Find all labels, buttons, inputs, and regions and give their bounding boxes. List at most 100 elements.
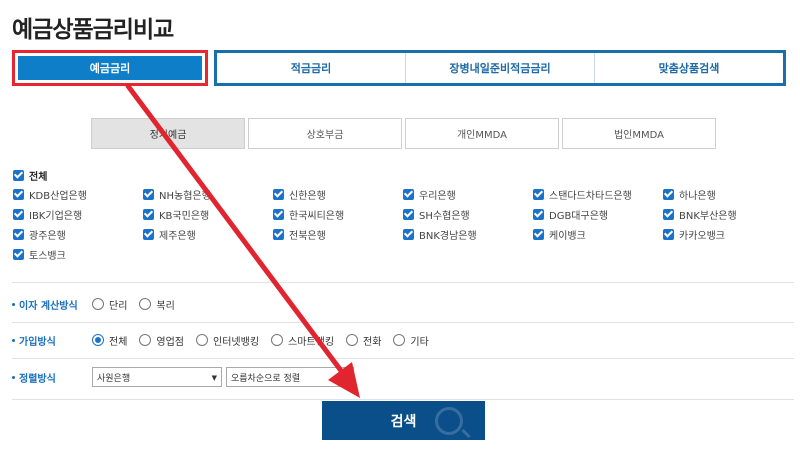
radio-icon xyxy=(271,334,284,346)
radio-icon xyxy=(346,334,359,346)
bank-checkbox[interactable]: 한국씨티은행 xyxy=(273,207,403,222)
bank-checkbox[interactable]: 제주은행 xyxy=(143,227,273,242)
radio-simple-interest[interactable]: 단리 xyxy=(92,297,127,312)
bank-label: 하나은행 xyxy=(679,191,716,202)
checkbox-checked-icon xyxy=(663,209,674,220)
checkbox-checked-icon xyxy=(143,229,154,240)
interest-method-row: 이자 계산방식 단리 복리 xyxy=(12,295,187,313)
bank-checkbox[interactable]: 우리은행 xyxy=(403,187,533,202)
sort-field-select[interactable]: 사원은행 ▼ xyxy=(92,367,222,387)
checkbox-checked-icon xyxy=(663,229,674,240)
page-title: 예금상품금리비교 xyxy=(12,17,174,43)
radio-join-all[interactable]: 전체 xyxy=(92,333,127,348)
bank-checkbox[interactable]: 토스뱅크 xyxy=(13,247,143,262)
bank-all-label: 전체 xyxy=(29,171,48,183)
bank-label: KB국민은행 xyxy=(159,211,210,222)
search-button-label: 검색 xyxy=(390,413,417,430)
search-button[interactable]: 검색 xyxy=(322,401,485,440)
interest-method-label: 이자 계산방식 xyxy=(12,297,92,312)
radio-icon xyxy=(393,334,406,346)
bank-label: 신한은행 xyxy=(289,191,326,202)
bank-checklist: 전체 KDB산업은행 NH농협은행 신한은행 우리은행 스탠다드차타드은행 하나은행 IBK… xyxy=(13,168,783,262)
radio-icon xyxy=(139,298,152,310)
bank-label: DGB대구은행 xyxy=(549,211,609,222)
divider xyxy=(12,399,794,400)
sort-order-select[interactable]: 오름차순으로 정렬 xyxy=(226,367,354,387)
checkbox-checked-icon xyxy=(13,249,24,260)
bank-label: 제주은행 xyxy=(159,231,196,242)
bank-label: SH수협은행 xyxy=(419,211,470,222)
checkbox-checked-icon xyxy=(273,229,284,240)
checkbox-checked-icon xyxy=(13,209,24,220)
tab-custom-product-search[interactable]: 맞춤상품검색 xyxy=(595,53,783,83)
radio-join-internet[interactable]: 인터넷뱅킹 xyxy=(196,333,259,348)
checkbox-checked-icon xyxy=(403,189,414,200)
search-icon-handle xyxy=(461,428,471,439)
join-method-label: 가입방식 xyxy=(12,333,92,348)
radio-icon xyxy=(196,334,209,346)
subtab-fixed-deposit[interactable]: 정기예금 xyxy=(91,118,245,149)
checkbox-checked-icon xyxy=(663,189,674,200)
bank-checkbox[interactable]: 광주은행 xyxy=(13,227,143,242)
bank-checkbox[interactable]: 하나은행 xyxy=(663,187,793,202)
bank-checkbox[interactable]: KDB산업은행 xyxy=(13,187,143,202)
bank-label: 카카오뱅크 xyxy=(679,231,725,242)
bank-all-checkbox[interactable]: 전체 xyxy=(13,168,783,183)
bank-label: 광주은행 xyxy=(29,231,66,242)
bank-label: 우리은행 xyxy=(419,191,456,202)
subtab-mutual-installment[interactable]: 상호부금 xyxy=(248,118,402,149)
checkbox-checked-icon xyxy=(403,209,414,220)
checkbox-checked-icon xyxy=(403,229,414,240)
bank-label: IBK기업은행 xyxy=(29,211,83,222)
checkbox-checked-icon xyxy=(13,169,24,181)
bank-checkbox[interactable]: NH농협은행 xyxy=(143,187,273,202)
bank-checkbox[interactable]: KB국민은행 xyxy=(143,207,273,222)
divider xyxy=(12,282,794,283)
bank-label: 스탠다드차타드은행 xyxy=(549,191,632,202)
bank-label: 전북은행 xyxy=(289,231,326,242)
bank-checkbox[interactable]: SH수협은행 xyxy=(403,207,533,222)
subtab-personal-mmda[interactable]: 개인MMDA xyxy=(405,118,559,149)
checkbox-checked-icon xyxy=(533,209,544,220)
bank-checkbox[interactable]: DGB대구은행 xyxy=(533,207,663,222)
radio-icon xyxy=(92,298,104,310)
bank-checkbox[interactable]: 전북은행 xyxy=(273,227,403,242)
bank-label: 토스뱅크 xyxy=(29,251,66,262)
checkbox-checked-icon xyxy=(273,189,284,200)
divider xyxy=(12,322,794,323)
main-tabs: 예금금리 적금금리 장병내일준비적금금리 맞춤상품검색 xyxy=(12,50,786,86)
bank-checkbox[interactable]: 카카오뱅크 xyxy=(663,227,793,242)
radio-join-smart[interactable]: 스마트뱅킹 xyxy=(271,333,334,348)
radio-selected-icon xyxy=(92,334,104,346)
bank-label: 케이뱅크 xyxy=(549,231,586,242)
radio-compound-interest[interactable]: 복리 xyxy=(139,297,175,312)
checkbox-checked-icon xyxy=(143,189,154,200)
radio-join-other[interactable]: 기타 xyxy=(393,333,429,348)
radio-icon xyxy=(139,334,152,346)
bank-checkbox[interactable]: 신한은행 xyxy=(273,187,403,202)
main-tab-group: 적금금리 장병내일준비적금금리 맞춤상품검색 xyxy=(214,50,786,86)
bank-checkbox[interactable]: 케이뱅크 xyxy=(533,227,663,242)
tab-savings-rate[interactable]: 적금금리 xyxy=(217,53,406,83)
radio-join-branch[interactable]: 영업점 xyxy=(139,333,184,348)
bank-checkbox[interactable]: 스탠다드차타드은행 xyxy=(533,187,663,202)
search-icon xyxy=(435,407,463,435)
checkbox-checked-icon xyxy=(533,229,544,240)
checkbox-checked-icon xyxy=(143,209,154,220)
bank-label: 한국씨티은행 xyxy=(289,211,345,222)
chevron-down-icon: ▼ xyxy=(211,374,217,382)
sub-tabs: 정기예금 상호부금 개인MMDA 법인MMDA xyxy=(91,118,719,149)
bank-checkbox[interactable]: BNK부산은행 xyxy=(663,207,793,222)
subtab-corporate-mmda[interactable]: 법인MMDA xyxy=(562,118,716,149)
checkbox-checked-icon xyxy=(533,189,544,200)
radio-join-phone[interactable]: 전화 xyxy=(346,333,381,348)
join-method-row: 가입방식 전체 영업점 인터넷뱅킹 스마트뱅킹 전화 기타 xyxy=(12,331,441,349)
tab-deposit-rate-label: 예금금리 xyxy=(18,56,202,80)
bank-checkbox[interactable]: IBK기업은행 xyxy=(13,207,143,222)
tab-soldier-savings-rate[interactable]: 장병내일준비적금금리 xyxy=(406,53,595,83)
tab-deposit-rate[interactable]: 예금금리 xyxy=(12,50,208,86)
bank-checkbox[interactable]: BNK경남은행 xyxy=(403,227,533,242)
checkbox-checked-icon xyxy=(273,209,284,220)
bank-label: NH농협은행 xyxy=(159,191,211,202)
checkbox-checked-icon xyxy=(13,189,24,200)
